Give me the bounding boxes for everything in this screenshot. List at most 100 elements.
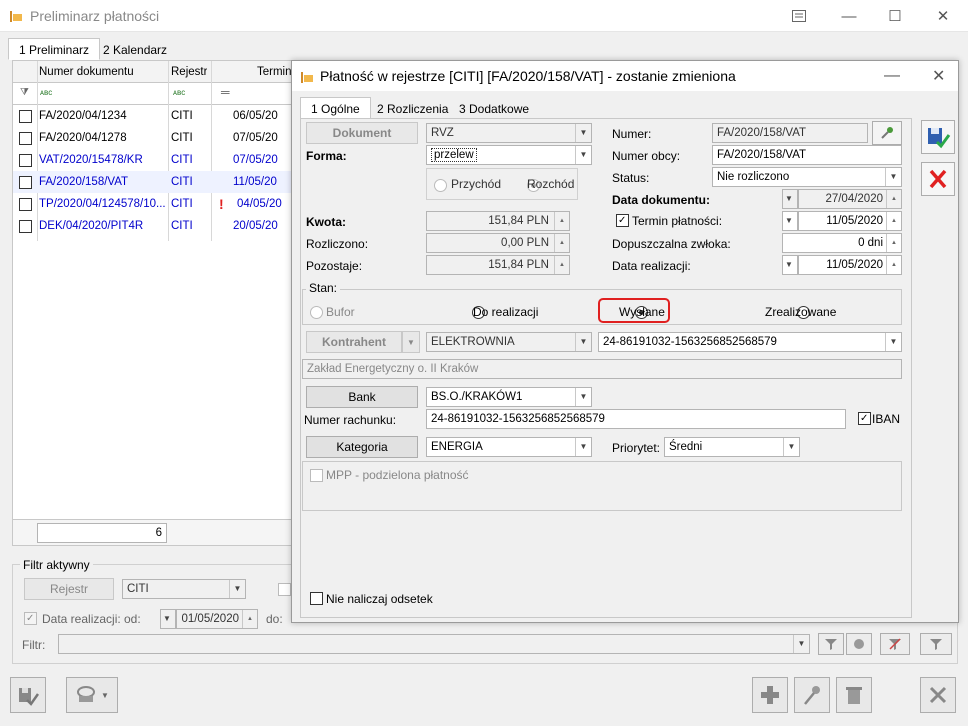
bank-select[interactable]: BS.O./KRAKÓW1 ▼ — [426, 387, 592, 407]
column-register-header[interactable]: Rejestr — [171, 61, 207, 83]
text-filter-icon[interactable]: ᴀʙc — [40, 88, 52, 97]
account-field[interactable]: 24-86191032-1563256852568579 — [426, 409, 846, 429]
chevron-down-icon[interactable]: ▼ — [783, 190, 797, 208]
row-checkbox[interactable] — [19, 176, 32, 189]
category-button[interactable]: Kategoria — [306, 436, 418, 458]
chevron-down-icon[interactable]: ▼ — [575, 388, 591, 406]
from-date-dropdown[interactable]: ▼ — [160, 609, 176, 629]
chevron-down-icon[interactable]: ▼ — [161, 610, 175, 628]
contractor-button[interactable]: Kontrahent — [306, 331, 402, 353]
mpp-checkbox[interactable] — [310, 469, 323, 482]
minimize-icon[interactable]: — — [884, 67, 900, 85]
row-checkbox[interactable] — [19, 132, 32, 145]
tab-preliminarz[interactable]: 1 Preliminarz — [8, 38, 101, 60]
row-number: DEK/04/2020/PIT4R — [39, 220, 144, 232]
form-select[interactable]: przelew ▼ — [426, 145, 592, 165]
column-number-header[interactable]: Numer dokumentu — [39, 61, 134, 83]
status-select[interactable]: Nie rozliczono ▼ — [712, 167, 902, 187]
row-checkbox[interactable] — [19, 198, 32, 211]
document-date-field[interactable]: 27/04/2020 ▲▼ — [798, 189, 902, 209]
text-filter-icon[interactable]: ᴀʙc — [173, 88, 185, 97]
document-button[interactable]: Dokument — [306, 122, 418, 144]
close-icon[interactable]: ✕ — [920, 0, 966, 32]
table-row[interactable]: TP/2020/04/124578/10... CITI ! 04/05/20 — [13, 193, 307, 215]
close-icon[interactable]: ✕ — [932, 66, 945, 86]
category-select[interactable]: ENERGIA ▼ — [426, 437, 592, 457]
chevron-down-icon[interactable]: ▼ — [402, 331, 420, 353]
edit-icon[interactable] — [794, 677, 830, 713]
row-checkbox[interactable] — [19, 154, 32, 167]
no-interest-checkbox[interactable] — [310, 592, 323, 605]
cancel-icon[interactable] — [921, 162, 955, 196]
row-checkbox[interactable] — [19, 220, 32, 233]
contractor-select[interactable]: ELEKTROWNIA ▼ — [426, 332, 592, 352]
delay-field[interactable]: 0 dni ▲▼ — [782, 233, 902, 253]
table-row[interactable]: FA/2020/04/1278 CITI 07/05/20 — [13, 127, 307, 149]
number-field[interactable]: FA/2020/158/VAT — [712, 123, 868, 143]
chevron-down-icon[interactable]: ▼ — [793, 635, 809, 653]
due-date-checkbox[interactable]: ✓ — [616, 214, 629, 227]
apply-filter-icon[interactable] — [818, 633, 844, 655]
realization-date-field[interactable]: 11/05/2020 ▲▼ — [798, 255, 902, 275]
tab-settlements[interactable]: 2 Rozliczenia — [366, 97, 459, 119]
print-icon[interactable]: ▼ — [66, 677, 118, 713]
spin-icon[interactable]: ▲▼ — [886, 256, 901, 274]
chevron-down-icon[interactable]: ▼ — [783, 212, 797, 230]
table-row[interactable]: VAT/2020/15478/KR CITI 07/05/20 — [13, 149, 307, 171]
maximize-icon[interactable]: ☐ — [872, 0, 918, 32]
row-checkbox[interactable] — [19, 110, 32, 123]
spin-icon[interactable]: ▲▼ — [886, 212, 901, 230]
chevron-down-icon[interactable]: ▼ — [229, 580, 245, 598]
tab-general[interactable]: 1 Ogólne — [300, 97, 371, 119]
delete-icon[interactable] — [836, 677, 872, 713]
amount-field[interactable]: 151,84 PLN ▲▼ — [426, 211, 570, 231]
column-date-header[interactable]: Termin — [257, 61, 292, 83]
due-date-field[interactable]: 11/05/2020 ▲▼ — [798, 211, 902, 231]
table-row-selected[interactable]: FA/2020/158/VAT CITI 11/05/20 — [13, 171, 307, 193]
document-select[interactable]: RVZ ▼ — [426, 123, 592, 143]
filter-funnel-icon[interactable]: ⧩ — [20, 87, 29, 98]
minimize-icon[interactable]: — — [826, 0, 872, 32]
from-date-field[interactable]: 01/05/2020 ▲▼ — [176, 609, 258, 629]
chevron-down-icon[interactable]: ▼ — [885, 168, 901, 186]
add-icon[interactable] — [752, 677, 788, 713]
table-row[interactable]: DEK/04/2020/PIT4R CITI 20/05/20 — [13, 215, 307, 237]
pick-number-icon[interactable] — [872, 121, 902, 145]
spin-icon[interactable]: ▲▼ — [554, 212, 569, 230]
spin-icon[interactable]: ▲▼ — [242, 610, 257, 628]
priority-select[interactable]: Średni ▼ — [664, 437, 800, 457]
realization-date-dropdown[interactable]: ▼ — [782, 255, 798, 275]
contractor-account-select[interactable]: 24-86191032-1563256852568579 ▼ — [598, 332, 902, 352]
filter-checkbox[interactable] — [278, 583, 291, 596]
save-icon[interactable] — [10, 677, 46, 713]
bank-button[interactable]: Bank — [306, 386, 418, 408]
filter-input[interactable]: ▼ — [58, 634, 810, 654]
clear-filter-icon[interactable] — [880, 633, 910, 655]
spin-icon[interactable]: ▲▼ — [886, 234, 901, 252]
tab-kalendarz[interactable]: 2 Kalendarz — [92, 38, 178, 60]
chevron-down-icon[interactable]: ▼ — [575, 438, 591, 456]
table-row[interactable]: FA/2020/04/1234 CITI 06/05/20 — [13, 105, 307, 127]
chevron-down-icon[interactable]: ▼ — [783, 256, 797, 274]
save-icon[interactable] — [921, 120, 955, 154]
chevron-down-icon[interactable]: ▼ — [783, 438, 799, 456]
chevron-down-icon[interactable]: ▼ — [575, 333, 591, 351]
document-date-dropdown[interactable]: ▼ — [782, 189, 798, 209]
filter-options-icon[interactable] — [846, 633, 872, 655]
chevron-down-icon[interactable]: ▼ — [885, 333, 901, 351]
realization-checkbox[interactable]: ✓ — [24, 612, 37, 625]
register-button[interactable]: Rejestr — [24, 578, 114, 600]
window-menu-icon[interactable] — [776, 0, 822, 32]
foreign-number-field[interactable]: FA/2020/158/VAT — [712, 145, 902, 165]
due-date-dropdown[interactable]: ▼ — [782, 211, 798, 231]
chevron-down-icon[interactable]: ▼ — [575, 124, 591, 142]
iban-checkbox[interactable]: ✓ — [858, 412, 871, 425]
income-radio[interactable] — [434, 179, 447, 193]
tab-additional[interactable]: 3 Dodatkowe — [448, 97, 540, 119]
filter-wizard-icon[interactable] — [920, 633, 952, 655]
close-window-icon[interactable] — [920, 677, 956, 713]
spin-icon[interactable]: ▲▼ — [886, 190, 901, 208]
register-select[interactable]: CITI ▼ — [122, 579, 246, 599]
equals-filter-icon[interactable]: ═ — [221, 85, 230, 99]
chevron-down-icon[interactable]: ▼ — [575, 146, 591, 164]
